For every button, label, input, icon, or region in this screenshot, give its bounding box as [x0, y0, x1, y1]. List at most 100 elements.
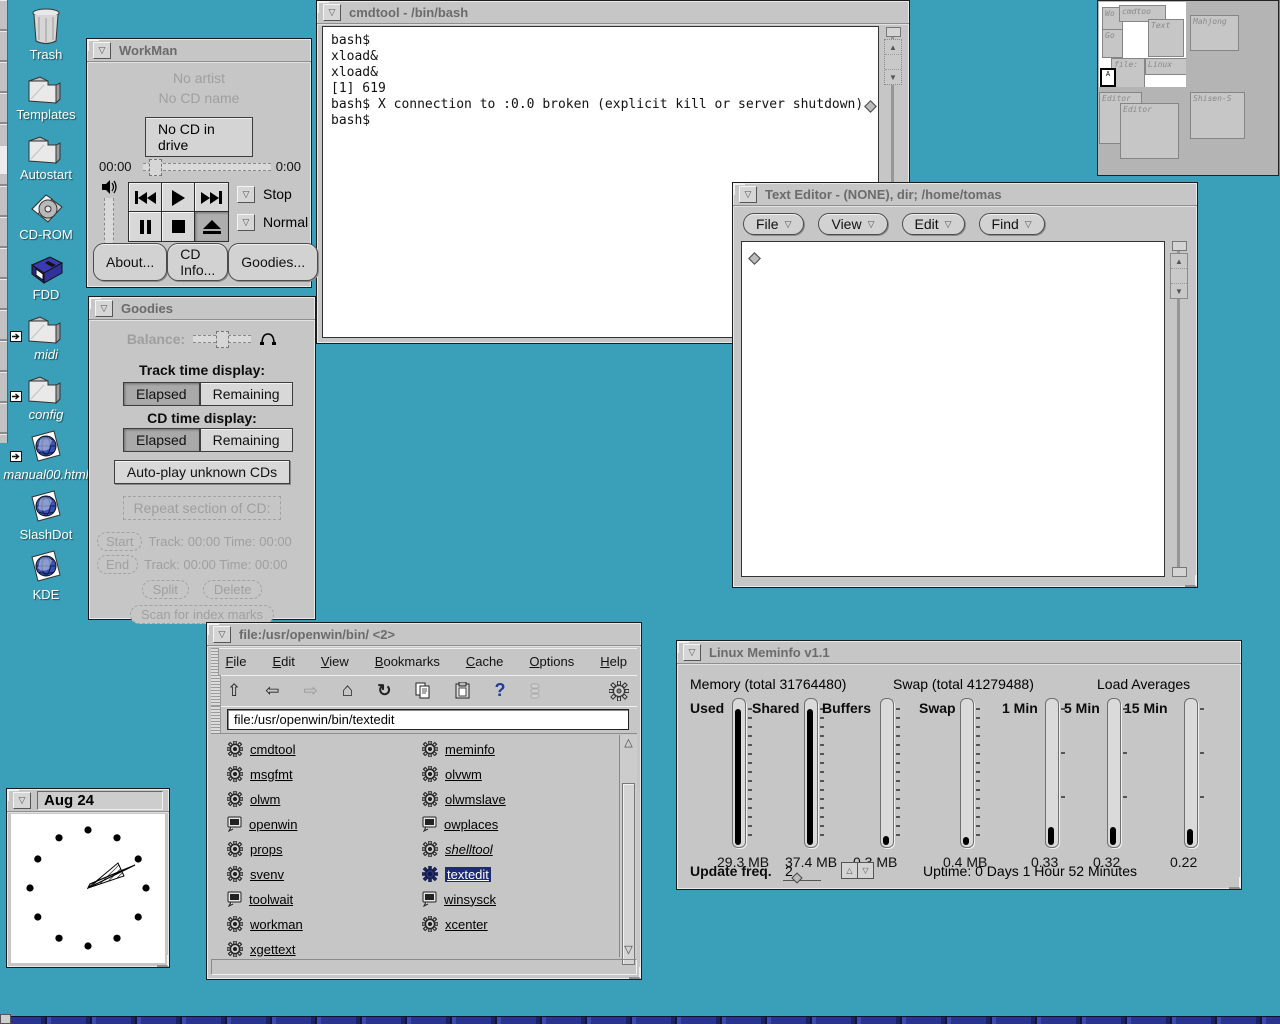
track-remaining-toggle[interactable]: Remaining: [200, 382, 293, 406]
desktop-icon-autostart[interactable]: Autostart: [2, 125, 90, 182]
up-icon[interactable]: ⇧: [227, 681, 241, 701]
pager-miniwindow[interactable]: Shisen-S: [1190, 92, 1245, 139]
file-name[interactable]: toolwait: [249, 892, 293, 907]
repeat-mode-menu-button[interactable]: ▽: [237, 214, 255, 231]
scrollbar-bottom-anchor[interactable]: [1172, 567, 1187, 577]
file-name[interactable]: xgettext: [250, 942, 296, 957]
pager-miniwindow[interactable]: Mahjong: [1190, 15, 1239, 51]
file-name[interactable]: msgfmt: [250, 767, 293, 782]
menu-edit[interactable]: Edit▽: [902, 213, 965, 235]
stop-icon[interactable]: [529, 683, 541, 699]
window-clock[interactable]: ▽ Aug 24: [6, 788, 170, 968]
file-item-props[interactable]: props: [227, 841, 283, 857]
window-menu-button[interactable]: ▽: [213, 626, 231, 643]
pager-miniwindow[interactable]: Text: [1148, 19, 1184, 57]
desktop-icon-templates[interactable]: Templates: [2, 65, 90, 122]
cd-info-button[interactable]: CD Info...: [167, 243, 228, 281]
pager-miniwindow[interactable]: Editor: [1120, 103, 1179, 159]
file-item-textedit[interactable]: textedit: [422, 866, 491, 882]
window-menu-button[interactable]: ▽: [95, 300, 113, 317]
desktop-icon-cd-rom[interactable]: CD-ROM: [2, 185, 90, 242]
file-name[interactable]: olwmslave: [445, 792, 506, 807]
about-button[interactable]: About...: [93, 243, 167, 281]
file-name[interactable]: xcenter: [445, 917, 488, 932]
toolbar-grip[interactable]: [211, 648, 219, 675]
file-name[interactable]: textedit: [445, 867, 491, 882]
file-item-workman[interactable]: workman: [227, 916, 303, 932]
window-menu-button[interactable]: ▽: [683, 644, 701, 661]
menu-edit[interactable]: Edit: [272, 654, 294, 669]
scrollbar-top-anchor[interactable]: [886, 27, 901, 37]
file-item-msgfmt[interactable]: msgfmt: [227, 766, 293, 782]
file-name[interactable]: cmdtool: [250, 742, 296, 757]
goodies-button[interactable]: Goodies...: [228, 243, 318, 281]
file-item-winsysck[interactable]: winsysck: [422, 891, 496, 907]
file-item-xcenter[interactable]: xcenter: [422, 916, 488, 932]
play-mode-menu-button[interactable]: ▽: [237, 186, 255, 203]
virtual-desktop-pager[interactable]: WocmdtooTextGofile:LinuxAMahjongEditorEd…: [1097, 0, 1279, 176]
pager-desktop-3[interactable]: EditorEditor: [1099, 88, 1186, 173]
scrollbar-thumb[interactable]: [622, 783, 635, 965]
file-item-openwin[interactable]: openwin: [227, 816, 297, 832]
file-name[interactable]: shelltool: [445, 842, 493, 857]
desktop-icon-midi[interactable]: midi: [2, 305, 90, 362]
cd-elapsed-toggle[interactable]: Elapsed: [123, 428, 200, 452]
play-button[interactable]: [161, 182, 196, 213]
file-name[interactable]: owplaces: [444, 817, 498, 832]
file-item-xgettext[interactable]: xgettext: [227, 941, 296, 957]
file-item-cmdtool[interactable]: cmdtool: [227, 741, 296, 757]
menu-help[interactable]: Help: [600, 654, 627, 669]
spin-up-button[interactable]: △: [841, 862, 858, 879]
eject-button[interactable]: [194, 211, 229, 242]
cd-status-button[interactable]: No CD in drive: [145, 117, 253, 157]
toolbar-grip[interactable]: [211, 675, 221, 706]
back-icon[interactable]: ⇦: [265, 681, 279, 701]
desktop-icon-manual00.html[interactable]: manual00.html: [2, 425, 90, 482]
goodies-titlebar[interactable]: ▽ Goodies: [89, 297, 315, 321]
stop-button[interactable]: [161, 211, 196, 242]
pager-miniwindow[interactable]: A: [1100, 68, 1116, 87]
desktop-icon-trash[interactable]: Trash: [2, 5, 90, 62]
window-menu-button[interactable]: ▽: [13, 792, 31, 809]
file-item-olwm[interactable]: olwm: [227, 791, 280, 807]
file-name[interactable]: svenv: [250, 867, 284, 882]
scrollbar-elevator[interactable]: ▲ ▼: [884, 39, 902, 85]
next-track-button[interactable]: [194, 182, 229, 213]
bell-icon[interactable]: [259, 330, 277, 347]
desktop-icon-slashdot[interactable]: SlashDot: [2, 485, 90, 542]
filelist-scrollbar[interactable]: △ ▽: [619, 735, 637, 957]
menu-view[interactable]: View: [321, 654, 349, 669]
pager-miniwindow[interactable]: file:: [1111, 58, 1145, 87]
window-texteditor[interactable]: ▽ Text Editor - (NONE), dir; /home/tomas…: [732, 182, 1198, 588]
file-item-olvwm[interactable]: olvwm: [422, 766, 482, 782]
kde-gear-icon[interactable]: [609, 681, 629, 701]
menu-cache[interactable]: Cache: [466, 654, 504, 669]
file-item-shelltool[interactable]: shelltool: [422, 841, 493, 857]
previous-track-button[interactable]: [128, 182, 163, 213]
split-button[interactable]: Split: [142, 580, 189, 599]
toolbar-grip[interactable]: [211, 706, 221, 733]
file-name[interactable]: openwin: [249, 817, 297, 832]
repeat-start-button[interactable]: Start: [97, 532, 142, 551]
pager-miniwindow[interactable]: Go: [1102, 29, 1123, 58]
desktop-icon-fdd[interactable]: FDD: [2, 245, 90, 302]
spin-down-button[interactable]: ▽: [857, 862, 874, 879]
pager-desktop-2[interactable]: Mahjong: [1188, 2, 1275, 87]
track-position-slider[interactable]: [143, 163, 271, 171]
window-filemanager[interactable]: ▽ file:/usr/openwin/bin/ <2> FileEditVie…: [206, 622, 642, 980]
scrollbar-top-anchor[interactable]: [1172, 241, 1187, 251]
texteditor-scrollbar[interactable]: ▲ ▼: [1169, 241, 1189, 577]
file-name[interactable]: workman: [250, 917, 303, 932]
reload-icon[interactable]: ↻: [377, 681, 391, 701]
window-menu-button[interactable]: ▽: [93, 42, 111, 59]
scroll-up-icon[interactable]: ▲: [885, 40, 901, 55]
pager-miniwindow[interactable]: Linux: [1145, 58, 1186, 75]
pager-desktop-1[interactable]: WocmdtooTextGofile:LinuxA: [1099, 2, 1186, 87]
balance-slider[interactable]: [193, 335, 251, 343]
window-meminfo[interactable]: ▽ Linux Meminfo v1.1 Memory (total 31764…: [676, 640, 1242, 890]
scroll-down-icon[interactable]: ▼: [1171, 284, 1187, 298]
repeat-end-button[interactable]: End: [97, 555, 138, 574]
bottom-panel-edge[interactable]: [0, 1016, 1280, 1024]
forward-icon[interactable]: ⇨: [304, 681, 318, 701]
repeat-section-button[interactable]: Repeat section of CD:: [123, 496, 282, 520]
